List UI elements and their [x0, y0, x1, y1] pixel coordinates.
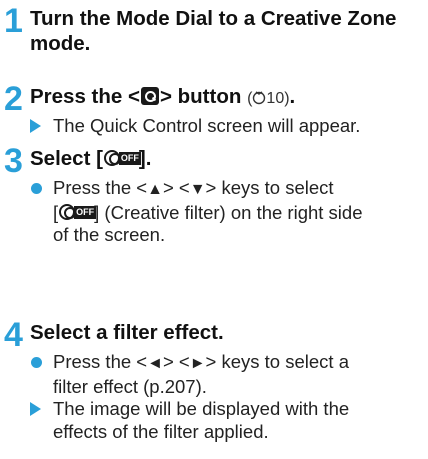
left-key-icon: ◄	[147, 355, 163, 372]
creative-filter-icon: OFF	[103, 149, 141, 167]
title-text: > button	[159, 85, 242, 108]
step-title: Select a filter effect.	[30, 321, 224, 344]
step-number: 1	[4, 2, 23, 40]
step-title: Press the < > button (10).	[30, 84, 425, 111]
result-arrow-icon	[30, 402, 41, 416]
step-title: Turn the Mode Dial to a Creative Zone mo…	[30, 7, 397, 55]
quick-control-icon	[140, 87, 159, 105]
page-reference: (10)	[247, 90, 290, 107]
bullet-dot-icon	[31, 357, 42, 368]
title-text: .	[289, 85, 296, 108]
up-key-icon: ▲	[147, 181, 163, 198]
item-text: The Quick Control screen will appear.	[53, 115, 361, 136]
down-key-icon: ▼	[189, 181, 206, 198]
result-arrow-icon	[30, 119, 41, 133]
page-ref-number: 10	[266, 90, 285, 107]
item-text: Press the <▲> <▼> keys to select[OFF] (C…	[53, 177, 363, 245]
title-text: Press the <	[30, 85, 140, 108]
step-number: 4	[4, 316, 23, 354]
bullet-dot-icon	[31, 183, 42, 194]
step-number: 2	[4, 80, 23, 118]
right-key-icon: ►	[189, 355, 206, 372]
creative-filter-icon: OFF	[59, 203, 97, 221]
step-title: Select [OFF].	[30, 146, 425, 171]
step-number: 3	[4, 142, 23, 180]
title-text: Select [	[30, 147, 103, 170]
page-ref-icon	[253, 91, 266, 105]
item-text: The image will be displayed with the effe…	[53, 398, 350, 442]
item-text: Press the <◄> <►> keys to select a filter…	[53, 351, 349, 397]
